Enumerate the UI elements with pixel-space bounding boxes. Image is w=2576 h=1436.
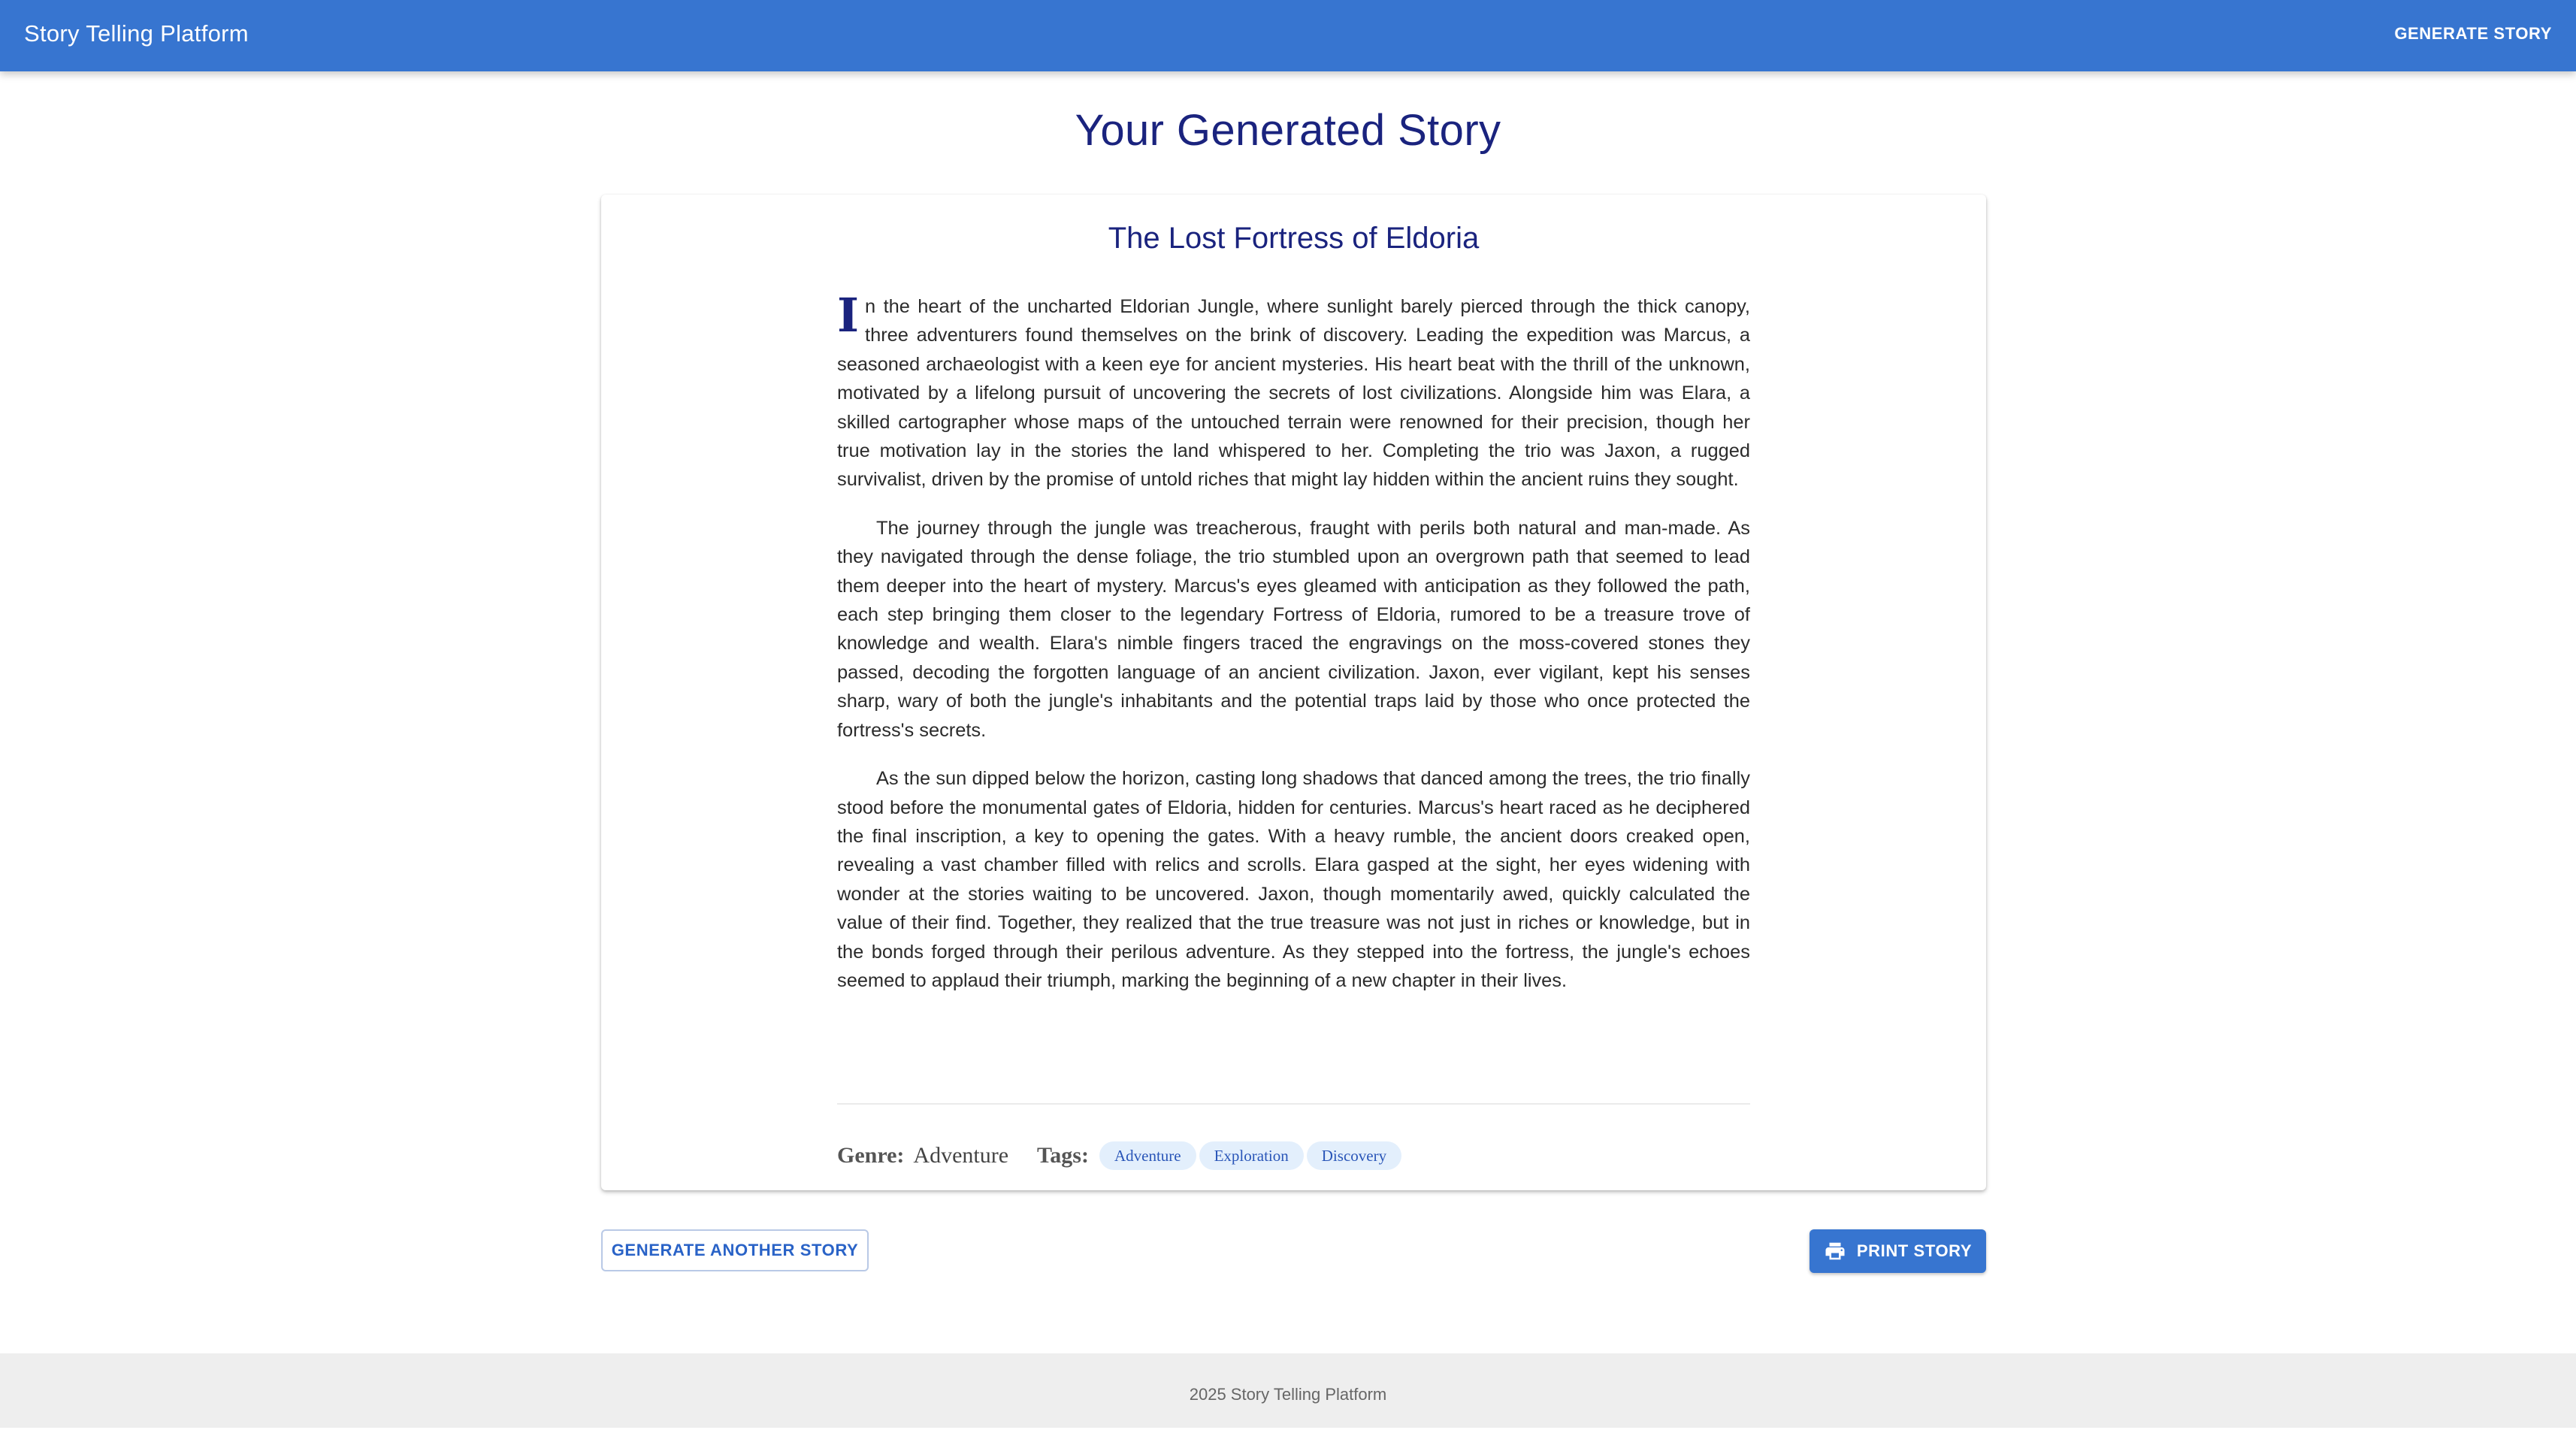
genre-value: Adventure [913, 1143, 1009, 1168]
tag-chip[interactable]: Adventure [1099, 1141, 1196, 1170]
story-paragraph-1-text: n the heart of the uncharted Eldorian Ju… [837, 296, 1750, 491]
story-title: The Lost Fortress of Eldoria [1108, 222, 1480, 255]
divider [837, 1103, 1750, 1105]
app-title[interactable]: Story Telling Platform [24, 0, 249, 68]
tag-chip[interactable]: Discovery [1306, 1141, 1402, 1170]
story-paragraph-2: The journey through the jungle was treac… [837, 517, 1750, 741]
story-meta: Genre: Adventure Tags: Adventure Explora… [837, 1133, 1404, 1178]
tags-label: Tags: [1037, 1143, 1089, 1168]
story-card: The Lost Fortress of Eldoria In the hear… [601, 195, 1986, 1190]
page-title: Your Generated Story [1075, 106, 1501, 155]
generate-story-nav-button[interactable]: GENERATE STORY [2384, 15, 2562, 53]
printer-icon [1825, 1242, 1845, 1260]
genre-label: Genre: [837, 1143, 905, 1168]
story-body: In the heart of the uncharted Eldorian J… [837, 292, 1750, 1014]
tag-list: Adventure Exploration Discovery [1099, 1141, 1404, 1170]
story-paragraph-3: As the sun dipped below the horizon, cas… [837, 768, 1750, 991]
generate-another-story-button[interactable]: GENERATE ANOTHER STORY [601, 1229, 869, 1271]
story-paragraph-1: In the heart of the uncharted Eldorian J… [837, 292, 1750, 494]
print-story-label: PRINT STORY [1856, 1241, 1973, 1260]
app-bar: Story Telling Platform GENERATE STORY [0, 0, 2576, 71]
footer: 2025 Story Telling Platform [0, 1353, 2576, 1428]
print-story-button[interactable]: PRINT STORY [1810, 1229, 1986, 1273]
drop-cap: I [837, 288, 860, 343]
footer-text: 2025 Story Telling Platform [1189, 1385, 1387, 1404]
tag-chip[interactable]: Exploration [1199, 1141, 1304, 1170]
